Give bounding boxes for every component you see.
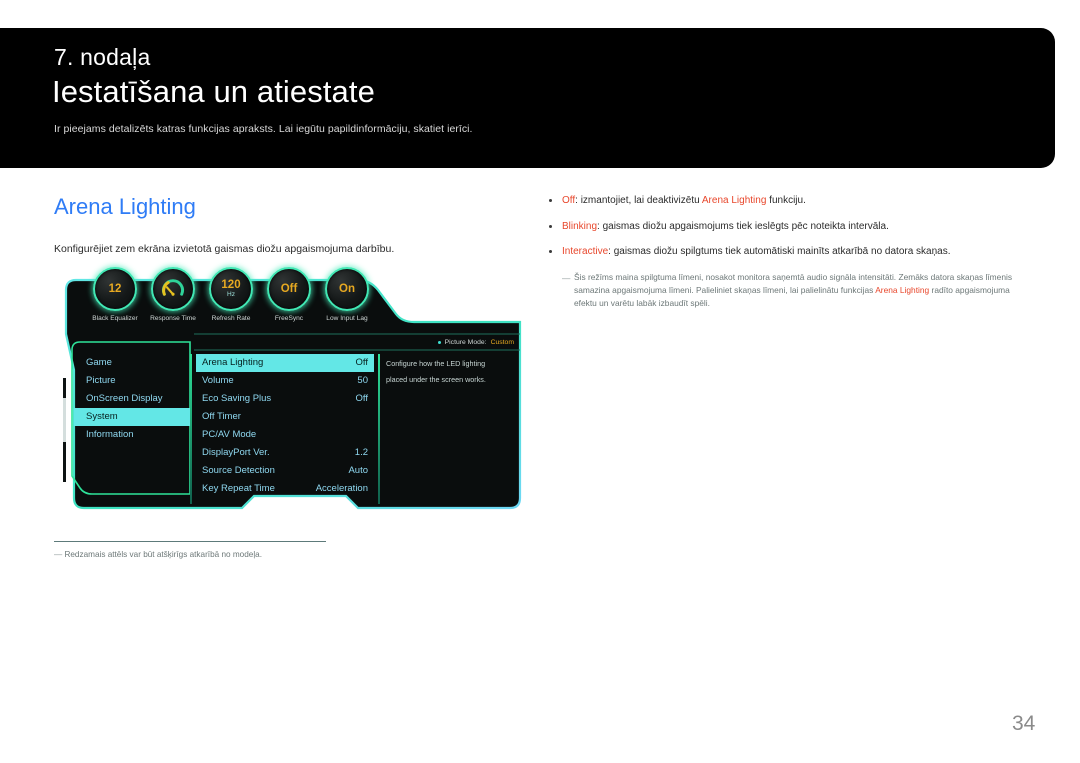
osd-submenu-label: Eco Saving Plus <box>202 393 272 404</box>
section-description: Konfigurējiet zem ekrāna izvietotā gaism… <box>54 243 395 255</box>
osd-submenu-item-arena-lighting[interactable]: Arena Lighting Off <box>196 354 374 372</box>
bullet-keyword: Interactive <box>562 246 609 257</box>
osd-dial-value: Off <box>280 282 298 295</box>
right-content-column: Off: izmantojiet, lai deaktivizētu Arena… <box>546 194 1036 310</box>
osd-dial-label: FreeSync <box>274 315 304 322</box>
osd-dial-freesync[interactable]: Off FreeSync <box>260 267 318 322</box>
osd-dial-value: 120 <box>221 279 241 292</box>
osd-column-divider-right <box>378 354 380 504</box>
bullet-item-off: Off: izmantojiet, lai deaktivizētu Arena… <box>546 194 1036 208</box>
footnote: ― Redzamais attēls var būt atšķirīgs atk… <box>54 550 474 559</box>
gauge-icon <box>162 279 184 296</box>
footnote-dash: ― <box>54 550 63 559</box>
osd-illustration: 12 Black Equalizer Response Time 120 Hz … <box>58 262 528 522</box>
bullet-text: : gaismas diožu spilgtums tiek automātis… <box>608 246 951 257</box>
osd-submenu-value: Off <box>355 393 369 404</box>
osd-menu-item-picture[interactable]: Picture <box>74 372 192 390</box>
bullet-text: : izmantojiet, lai deaktivizētu <box>575 195 702 206</box>
refresh-rate-icon: 120 Hz <box>209 267 253 311</box>
osd-submenu-item-displayport-ver[interactable]: DisplayPort Ver. 1.2 <box>196 444 374 462</box>
osd-submenu-label: DisplayPort Ver. <box>202 447 270 458</box>
chapter-subtitle: Ir pieejams detalizēts katras funkcijas … <box>54 123 473 135</box>
picture-mode-label: Picture Mode: <box>444 338 487 346</box>
osd-dial-label: Refresh Rate <box>211 315 251 322</box>
footnote-divider <box>54 541 326 542</box>
osd-submenu-item-eco-saving-plus[interactable]: Eco Saving Plus Off <box>196 390 374 408</box>
document-page: 7. nodaļa Iestatīšana un atiestate Ir pi… <box>0 0 1080 763</box>
bullet-item-interactive: Interactive: gaismas diožu spilgtums tie… <box>546 245 1036 259</box>
picture-mode-value: Custom <box>490 338 514 346</box>
chapter-title: Iestatīšana un atiestate <box>52 74 375 109</box>
interactive-note: ― Šis režīms maina spilgtuma līmeni, nosa… <box>546 271 1026 310</box>
note-keyword: Arena Lighting <box>875 284 930 295</box>
osd-submenu-value: 50 <box>357 375 368 386</box>
osd-dial-label: Low Input Lag <box>326 315 368 322</box>
osd-dial-low-input-lag[interactable]: On Low Input Lag <box>318 267 376 322</box>
osd-help-line: Configure how the LED lighting <box>386 359 486 368</box>
osd-submenu-label: PC/AV Mode <box>202 429 257 440</box>
osd-main-menu: Game Picture OnScreen Display System Inf… <box>74 354 192 444</box>
bullet-keyword: Off <box>562 195 576 206</box>
osd-menu-body: Picture Mode: Custom Game Picture OnScre… <box>62 334 524 516</box>
section-title: Arena Lighting <box>54 194 196 219</box>
osd-submenu-value: Acceleration <box>315 483 368 494</box>
note-dash: ― <box>562 272 571 283</box>
osd-dial-value: On <box>339 282 355 295</box>
osd-submenu-value: 1.2 <box>354 447 368 458</box>
bullet-keyword: Blinking <box>562 220 598 232</box>
osd-submenu-label: Off Timer <box>202 411 241 422</box>
osd-column-divider-left <box>190 354 192 504</box>
osd-submenu-item-key-repeat-time[interactable]: Key Repeat Time Acceleration <box>196 480 374 498</box>
low-input-lag-icon: On <box>325 267 369 311</box>
page-number: 34 <box>1012 712 1036 735</box>
osd-dial-label: Response Time <box>150 315 196 322</box>
osd-menu-columns: Game Picture OnScreen Display System Inf… <box>62 352 524 516</box>
osd-scrollbar-thumb[interactable] <box>63 398 66 442</box>
osd-status-bar: Picture Mode: Custom <box>122 334 524 350</box>
bullet-text: : gaismas diožu apgaismojums tiek ieslēg… <box>597 220 889 232</box>
picture-mode-dot-icon <box>437 340 441 344</box>
osd-dial-response-time[interactable]: Response Time <box>144 267 202 322</box>
chapter-number: 7. nodaļa <box>54 44 151 70</box>
osd-submenu-item-pc-av-mode[interactable]: PC/AV Mode <box>196 426 374 444</box>
osd-menu-item-game[interactable]: Game <box>74 354 192 372</box>
osd-submenu-label: Source Detection <box>202 465 275 476</box>
bullet-item-blinking: Blinking: gaismas diožu apgaismojums tie… <box>546 220 1036 234</box>
number-badge-icon: 12 <box>93 267 137 311</box>
osd-submenu-item-off-timer[interactable]: Off Timer <box>196 408 374 426</box>
osd-dial-unit: Hz <box>227 291 235 299</box>
osd-submenu-item-volume[interactable]: Volume 50 <box>196 372 374 390</box>
bullet-dot-icon <box>549 224 552 228</box>
osd-dial-row: 12 Black Equalizer Response Time 120 Hz … <box>86 267 386 329</box>
osd-help-line: placed under the screen works. <box>386 375 486 384</box>
osd-dial-refresh-rate[interactable]: 120 Hz Refresh Rate <box>202 267 260 322</box>
osd-submenu-value: Off <box>355 357 369 368</box>
bullet-dot-icon <box>549 199 552 202</box>
osd-submenu-label: Key Repeat Time <box>202 483 275 494</box>
bullet-dot-icon <box>549 250 552 253</box>
osd-submenu-item-source-detection[interactable]: Source Detection Auto <box>196 462 374 480</box>
bullet-text-tail: funkciju. <box>766 195 806 206</box>
osd-submenu-label: Volume <box>202 375 234 386</box>
osd-submenu-label: Arena Lighting <box>202 357 264 368</box>
osd-dial-value: 12 <box>108 282 122 295</box>
osd-submenu-value: Auto <box>348 465 368 476</box>
osd-menu-item-system[interactable]: System <box>74 408 192 426</box>
osd-dial-black-equalizer[interactable]: 12 Black Equalizer <box>86 267 144 322</box>
osd-menu-item-onscreen-display[interactable]: OnScreen Display <box>74 390 192 408</box>
osd-menu-item-information[interactable]: Information <box>74 426 192 444</box>
osd-dial-label: Black Equalizer <box>92 315 138 322</box>
osd-help-panel: Configure how the LED lighting placed un… <box>386 356 516 388</box>
footnote-text: Redzamais attēls var būt atšķirīgs atkar… <box>64 550 262 559</box>
freesync-icon: Off <box>267 267 311 311</box>
osd-submenu: Arena Lighting Off Volume 50 Eco Saving … <box>196 354 374 498</box>
chapter-header-banner: 7. nodaļa Iestatīšana un atiestate Ir pi… <box>0 28 1055 168</box>
bullet-keyword-secondary: Arena Lighting <box>701 195 767 206</box>
